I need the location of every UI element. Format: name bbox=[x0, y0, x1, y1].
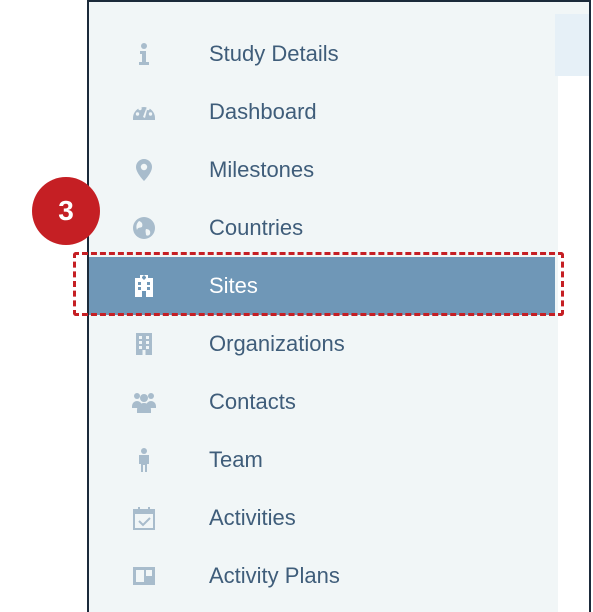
office-building-icon bbox=[131, 331, 157, 357]
callout-highlight-box bbox=[73, 252, 564, 316]
person-icon bbox=[131, 447, 157, 473]
nav-item-countries[interactable]: Countries bbox=[89, 199, 555, 257]
nav-item-study-details[interactable]: Study Details bbox=[89, 25, 555, 83]
nav-label: Activities bbox=[209, 505, 296, 530]
nav-item-contacts[interactable]: Contacts bbox=[89, 373, 555, 431]
nav-item-team[interactable]: Team bbox=[89, 431, 555, 489]
header-strip bbox=[555, 14, 589, 76]
nav-label: Milestones bbox=[209, 157, 315, 182]
nav-label: Study Details bbox=[209, 41, 339, 66]
board-icon bbox=[131, 563, 157, 589]
content-pane bbox=[558, 76, 589, 612]
nav-label: Dashboard bbox=[209, 99, 317, 124]
nav-label: Activity Plans bbox=[209, 563, 340, 588]
nav-label: Countries bbox=[209, 215, 304, 240]
dashboard-gauge-icon bbox=[131, 99, 157, 125]
info-icon bbox=[131, 41, 157, 67]
nav-item-dashboard[interactable]: Dashboard bbox=[89, 83, 555, 141]
globe-icon bbox=[131, 215, 157, 241]
nav-item-activity-plans[interactable]: Activity Plans bbox=[89, 547, 555, 605]
nav-label: Contacts bbox=[209, 389, 296, 414]
nav-label: Organizations bbox=[209, 331, 345, 356]
nav-item-activities[interactable]: Activities bbox=[89, 489, 555, 547]
nav-item-milestones[interactable]: Milestones bbox=[89, 141, 555, 199]
users-group-icon bbox=[131, 389, 157, 415]
map-marker-icon bbox=[131, 157, 157, 183]
step-number-badge: 3 bbox=[32, 177, 100, 245]
nav-item-organizations[interactable]: Organizations bbox=[89, 315, 555, 373]
calendar-check-icon bbox=[131, 505, 157, 531]
nav-label: Team bbox=[209, 447, 263, 472]
